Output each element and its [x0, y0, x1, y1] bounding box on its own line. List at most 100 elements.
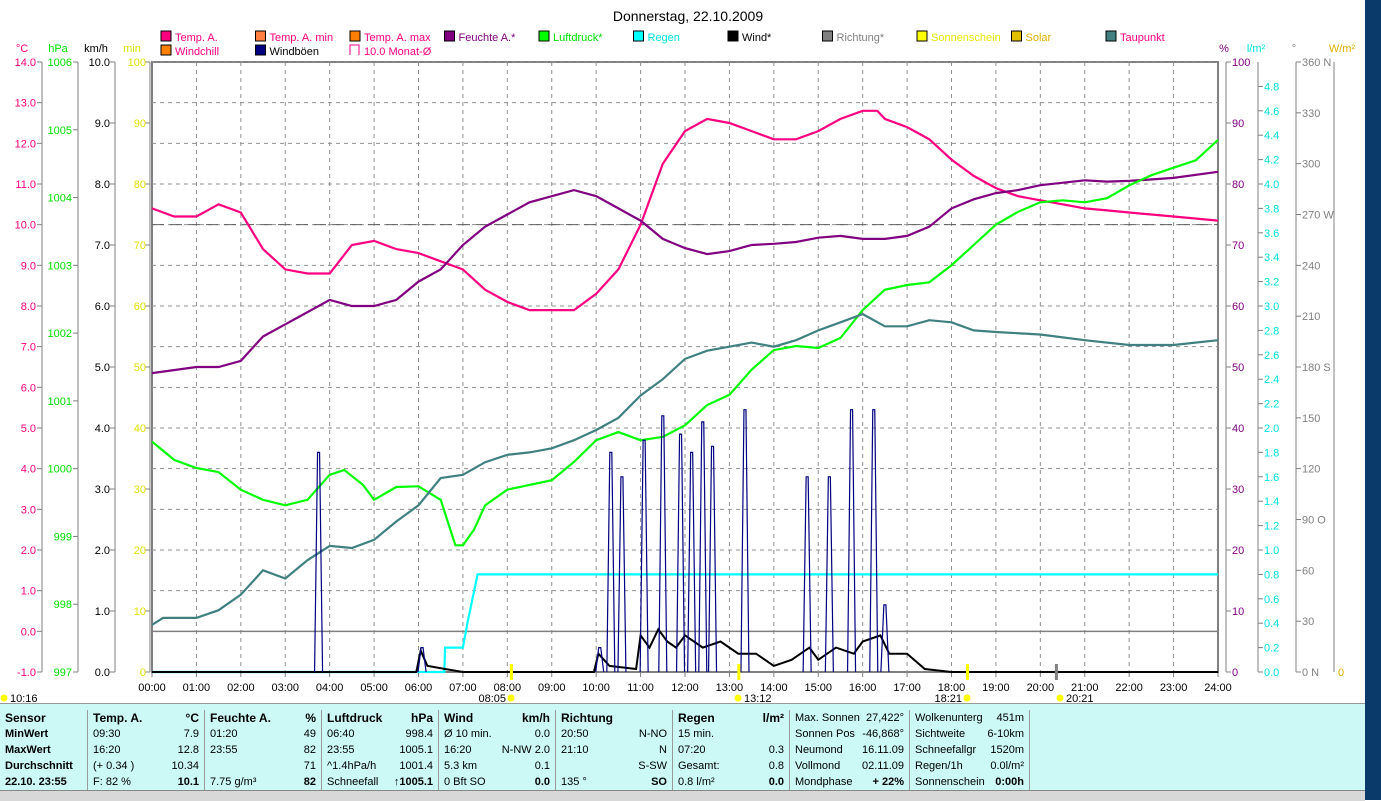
x-tick-label: 09:00	[538, 682, 566, 694]
rain-tick-label: 3.8	[1264, 203, 1279, 215]
table-row: 20:50 N-NO	[556, 726, 672, 742]
legend-label: Regen	[648, 32, 680, 44]
rain-tick-label: 4.6	[1264, 106, 1279, 118]
rain-tick-label: 3.2	[1264, 277, 1279, 289]
x-tick-label: 22:00	[1115, 682, 1143, 694]
table-row: MaxWert	[0, 742, 87, 758]
table-column: Regen l/m² 15 min. 07:20 0.3 Gesamt: 0.8 0.8 l/…	[673, 710, 790, 790]
x-tick-label: 07:00	[449, 682, 477, 694]
humidity-tick-label: 100	[1232, 57, 1250, 69]
table-row: 71	[205, 758, 321, 774]
table-row: 22.10. 23:55	[0, 774, 87, 790]
table-row: Neumond 16.11.09	[790, 742, 909, 758]
cell-value: 27,422°	[865, 712, 904, 724]
temp-tick-label: 13.0	[15, 98, 36, 110]
sun-time-tick	[737, 664, 741, 680]
table-row: 01:20 49	[205, 726, 321, 742]
marker-sunset-icon	[963, 694, 971, 702]
cell-value: hPa	[410, 711, 433, 725]
minutes-tick-label: 20	[134, 545, 146, 557]
humidity-tick-label: 0	[1232, 667, 1238, 679]
cell-label: 5.3 km	[444, 760, 478, 772]
cell-value: 49	[303, 728, 316, 740]
cell-value: 6-10km	[987, 728, 1024, 740]
direction-tick-label: 60	[1302, 565, 1314, 577]
legend-swatch	[538, 30, 550, 42]
temp-tick-label: 11.0	[15, 179, 36, 191]
marker-noon-icon	[734, 694, 742, 702]
gust-spike	[658, 415, 668, 673]
table-row: Luftdruck hPa	[322, 710, 438, 726]
cell-value: N	[659, 744, 667, 756]
solar-axis-unit: W/m²	[1329, 43, 1356, 55]
gust-spike	[869, 409, 879, 673]
humidity-tick-label: 90	[1232, 118, 1244, 130]
table-row: Vollmond 02.11.09	[790, 758, 909, 774]
cell-value: SO	[651, 776, 667, 788]
rain-tick-label: 2.4	[1264, 374, 1279, 386]
rain-tick-label: 2.8	[1264, 325, 1279, 337]
solar-tick-label: 0	[1338, 667, 1344, 679]
table-row: Sichtweite 6-10km	[910, 726, 1029, 742]
cell-label: Sonnenschein	[915, 776, 985, 788]
minutes-tick-label: 100	[128, 57, 146, 69]
cell-value: -46,868°	[862, 728, 904, 740]
cell-label: Sensor	[5, 711, 46, 725]
minutes-tick-label: 0	[140, 667, 146, 679]
desktop-background	[1365, 0, 1381, 800]
cell-value: 10.34	[171, 760, 199, 772]
x-tick-label: 03:00	[271, 682, 299, 694]
cell-label: Vollmond	[795, 760, 841, 772]
cell-value: km/h	[521, 711, 550, 725]
table-row: Sonnen Pos -46,868°	[790, 726, 909, 742]
table-row: Regen/1h 0.0l/m²	[910, 758, 1029, 774]
cell-label: Ø 10 min.	[444, 728, 492, 740]
table-column: Max. Sonnen 27,422° Sonnen Pos -46,868° Neum…	[790, 710, 910, 790]
cell-label: Sichtweite	[915, 728, 966, 740]
humidity-tick-label: 60	[1232, 301, 1244, 313]
direction-tick-label: 150	[1302, 413, 1320, 425]
table-row: 21:10 N	[556, 742, 672, 758]
rain-tick-label: 1.8	[1264, 447, 1279, 459]
table-row: 135 ° SO	[556, 774, 672, 790]
cell-value: 16.11.09	[861, 744, 904, 756]
direction-tick-label: 0 N	[1302, 667, 1319, 679]
cell-label: Durchschnitt	[5, 760, 73, 772]
minutes-tick-label: 70	[134, 240, 146, 252]
wind-tick-label: 5.0	[95, 362, 110, 374]
table-row: Mondphase + 22%	[790, 774, 909, 790]
x-tick-label: 11:00	[627, 682, 654, 694]
rain-tick-label: 0.8	[1264, 569, 1279, 581]
marker-left: 10:16	[10, 693, 38, 703]
cell-label: F: 82 %	[93, 776, 131, 788]
cell-value: 82	[303, 744, 316, 756]
humidity-axis-unit: %	[1219, 43, 1229, 55]
table-row: 5.3 km 0.1	[439, 758, 555, 774]
legend-label: Temp. A.	[175, 32, 218, 44]
minutes-tick-label: 40	[134, 423, 146, 435]
legend-swatch	[1011, 30, 1022, 42]
wind-tick-label: 10.0	[89, 57, 110, 69]
cell-value: 0.3	[768, 744, 784, 756]
wind-tick-label: 1.0	[95, 606, 110, 618]
x-tick-label: 13:00	[716, 682, 744, 694]
rain-tick-label: 0.2	[1264, 643, 1279, 655]
direction-tick-label: 360 N	[1302, 57, 1331, 69]
x-tick-label: 16:00	[849, 682, 877, 694]
cell-value: 0.1	[534, 760, 550, 772]
weather-chart: Donnerstag, 22.10.2009 Temp. A. Temp. A. …	[0, 8, 1356, 703]
cell-label: Richtung	[561, 711, 613, 725]
cell-value: 1520m	[990, 744, 1024, 756]
table-row: Wind km/h	[439, 710, 555, 726]
temp-tick-label: 10.0	[15, 220, 36, 232]
wind-tick-label: 6.0	[95, 301, 110, 313]
cell-value: %	[305, 711, 316, 725]
cell-value: ↑1005.1	[393, 776, 433, 788]
legend-swatch	[633, 30, 644, 42]
pressure-tick-label: 1000	[48, 464, 72, 476]
direction-tick-label: 90 O	[1302, 515, 1326, 527]
legend-label: Windchill	[175, 46, 219, 58]
cell-value: N-NW 2.0	[501, 744, 550, 756]
rain-tick-label: 3.0	[1264, 301, 1279, 313]
temp-tick-label: 4.0	[21, 464, 36, 476]
